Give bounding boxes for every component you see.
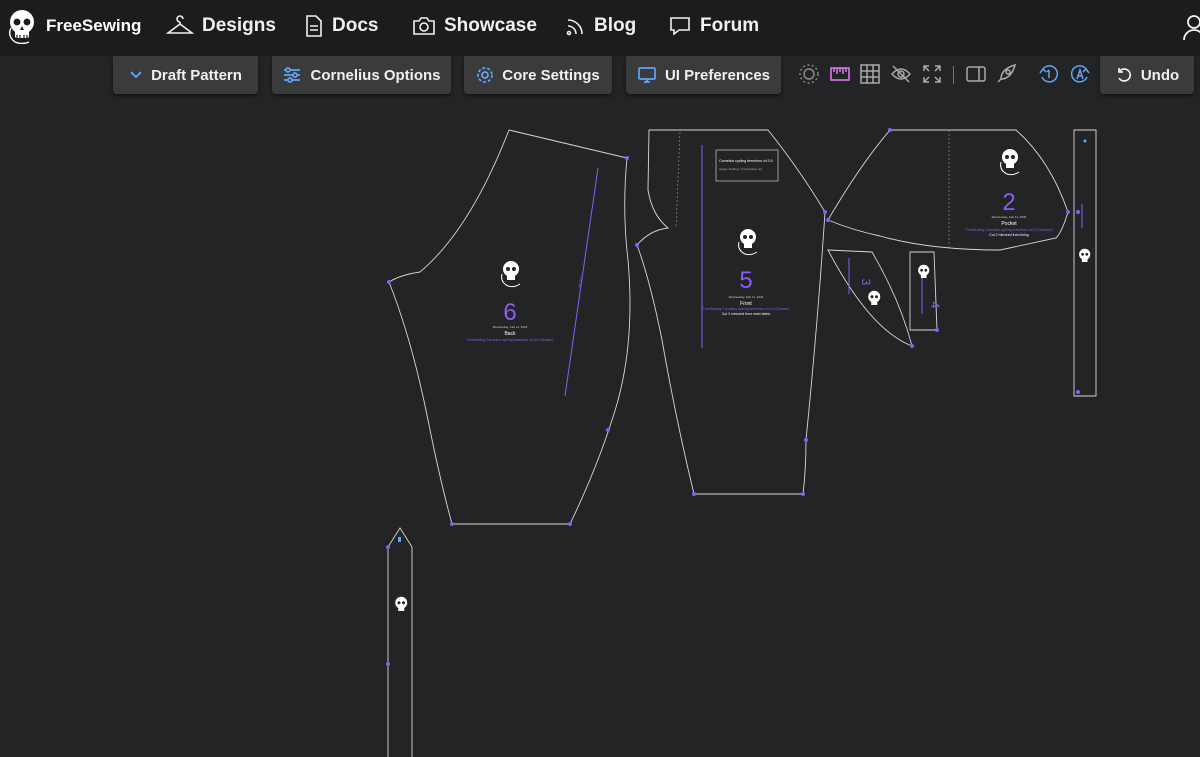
- dimension-label: 46.2cm: [577, 274, 584, 288]
- pocket-design: FreeSewing Cornelius cycling breeches v4…: [966, 228, 1053, 232]
- undo-icon: [1117, 68, 1131, 82]
- pocket-number: 2: [1002, 189, 1015, 216]
- rocket-icon[interactable]: [995, 63, 1017, 85]
- waistband-strip-outline: [1073, 129, 1097, 397]
- front-date: Wednesday, Feb 11, 2026: [729, 295, 764, 299]
- pocket-facing-number: 4: [928, 302, 942, 309]
- titleblock-line: Happy drafting / FreeSewing.org: [719, 167, 763, 171]
- core-settings-button[interactable]: Core Settings: [464, 56, 612, 94]
- titleblock-title: Cornelius cycling breeches v4.0.0: [719, 159, 773, 163]
- sliders-icon: [284, 67, 301, 83]
- front-cut: Cut 2 mirrored from main fabric: [722, 312, 771, 316]
- paperless-icon[interactable]: [829, 63, 851, 85]
- expand-icon[interactable]: [921, 63, 943, 85]
- back-design: FreeSewing Cornelius cycling breeches v4…: [467, 338, 554, 342]
- chevron-down-icon: [130, 71, 142, 79]
- waistband-skull-icon: [1079, 248, 1091, 262]
- undo-button[interactable]: Undo: [1100, 56, 1194, 94]
- design-options-button[interactable]: Cornelius Options: [272, 56, 451, 94]
- a-circle-icon[interactable]: [1069, 63, 1091, 85]
- design-options-label: Cornelius Options: [310, 66, 441, 84]
- undo-label: Undo: [1140, 66, 1180, 84]
- pocket-piece-outline: [827, 129, 1069, 251]
- small-piece-skull-icon: [868, 290, 881, 305]
- front-skull-icon: [738, 229, 758, 256]
- eye-off-icon[interactable]: [890, 63, 912, 85]
- pattern-canvas[interactable]: 6 Wednesday, Feb 11, 2026 Back FreeSewin…: [0, 0, 1200, 757]
- core-settings-label: Core Settings: [502, 66, 600, 84]
- back-date: Wednesday, Feb 11, 2026: [493, 325, 528, 329]
- titleblock: Cornelius cycling breeches v4.0.0 Happy …: [715, 149, 779, 182]
- pocket-facing-skull-icon: [918, 264, 930, 278]
- gear-icon: [477, 67, 494, 83]
- back-number: 6: [503, 299, 516, 326]
- front-design: FreeSewing Cornelius cycling breeches v4…: [703, 307, 790, 311]
- front-number: 5: [739, 267, 752, 294]
- pocket-skull-icon: [1000, 149, 1020, 176]
- small-piece-number: 3: [859, 279, 873, 286]
- draft-pattern-label: Draft Pattern: [151, 66, 242, 84]
- sidebar-icon[interactable]: [965, 63, 987, 85]
- grid-icon[interactable]: [859, 63, 881, 85]
- back-title: Back: [504, 331, 516, 337]
- pocket-title: Pocket: [1001, 221, 1017, 227]
- sun-icon[interactable]: [798, 63, 820, 85]
- pocket-facing-outline: [909, 251, 938, 331]
- back-skull-icon: [501, 261, 521, 288]
- toolbar-separator: [953, 66, 954, 84]
- strap-skull-icon: [395, 596, 408, 611]
- strap-strip-outline: [387, 527, 413, 757]
- pocket-cut: Cut 2 mirrored from lining: [989, 233, 1029, 237]
- one-circle-icon[interactable]: [1038, 63, 1060, 85]
- ui-preferences-label: UI Preferences: [664, 66, 771, 84]
- ui-preferences-button[interactable]: UI Preferences: [626, 56, 781, 94]
- draft-pattern-button[interactable]: Draft Pattern: [113, 56, 258, 94]
- pocket-date: Wednesday, Feb 11, 2026: [992, 215, 1027, 219]
- monitor-icon: [638, 67, 656, 83]
